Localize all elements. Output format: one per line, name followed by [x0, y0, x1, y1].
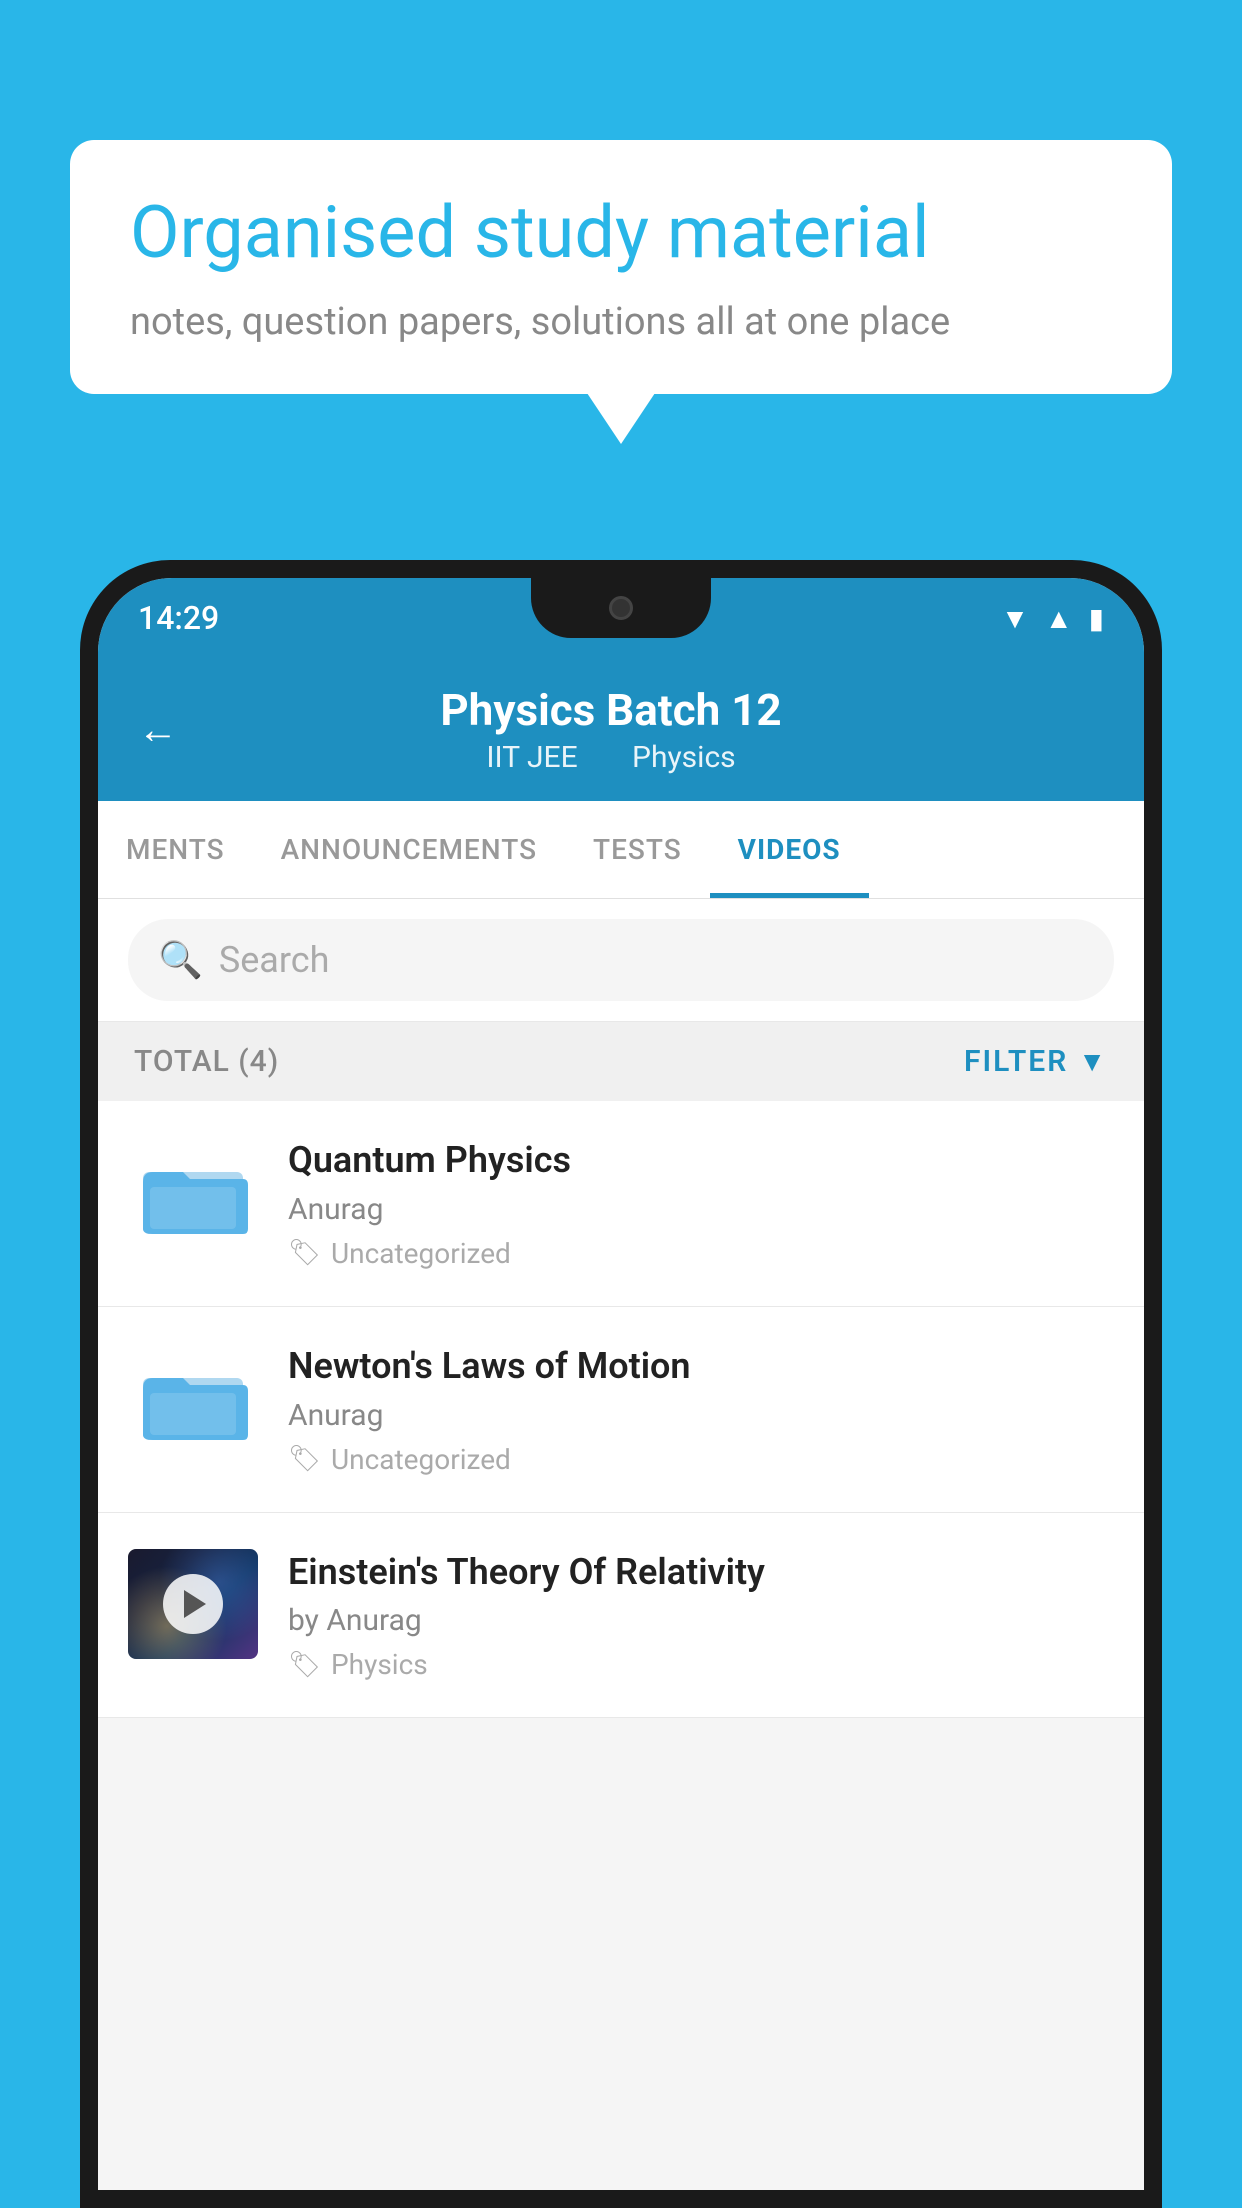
video-author: Anurag — [288, 1398, 1114, 1433]
play-button[interactable] — [163, 1574, 223, 1634]
video-thumb-einstein — [128, 1549, 258, 1659]
tag-icon: 🏷 — [288, 1444, 321, 1474]
tag-label: Physics — [331, 1648, 428, 1681]
video-info-einstein: Einstein's Theory Of Relativity by Anura… — [288, 1549, 1114, 1682]
list-item[interactable]: Einstein's Theory Of Relativity by Anura… — [98, 1513, 1144, 1719]
phone-frame: 14:29 ▼ ▲ ▮ ← Physics Batch 12 IIT JEE P… — [80, 560, 1162, 2208]
list-item[interactable]: Newton's Laws of Motion Anurag 🏷 Uncateg… — [98, 1307, 1144, 1513]
tab-tests[interactable]: TESTS — [565, 801, 710, 898]
folder-icon — [138, 1147, 248, 1237]
signal-icon: ▲ — [1045, 602, 1073, 635]
search-section: 🔍 Search — [98, 899, 1144, 1022]
filter-bar: TOTAL (4) FILTER ▼ — [98, 1022, 1144, 1101]
video-title: Quantum Physics — [288, 1137, 1114, 1184]
header-title-section: Physics Batch 12 IIT JEE Physics — [208, 684, 1014, 775]
tab-announcements[interactable]: ANNOUNCEMENTS — [253, 801, 565, 898]
search-placeholder: Search — [219, 939, 330, 981]
play-triangle-icon — [184, 1590, 206, 1618]
search-input-wrapper[interactable]: 🔍 Search — [128, 919, 1114, 1001]
video-info-quantum: Quantum Physics Anurag 🏷 Uncategorized — [288, 1137, 1114, 1270]
header-subtitle-physics: Physics — [632, 740, 736, 775]
video-list: Quantum Physics Anurag 🏷 Uncategorized — [98, 1101, 1144, 1718]
tab-ments[interactable]: MENTS — [98, 801, 253, 898]
video-tag: 🏷 Physics — [288, 1648, 1114, 1681]
search-icon: 🔍 — [158, 939, 203, 981]
tabs-bar: MENTS ANNOUNCEMENTS TESTS VIDEOS — [98, 801, 1144, 899]
video-thumb-newton — [128, 1343, 258, 1453]
camera-dot — [609, 596, 633, 620]
phone-inner: 14:29 ▼ ▲ ▮ ← Physics Batch 12 IIT JEE P… — [98, 578, 1144, 2190]
tag-icon: 🏷 — [288, 1238, 321, 1268]
status-time: 14:29 — [138, 599, 219, 637]
header-subtitle-sep — [601, 740, 616, 775]
video-thumb-quantum — [128, 1137, 258, 1247]
video-thumbnail-image — [128, 1549, 258, 1659]
header-title: Physics Batch 12 — [208, 684, 1014, 736]
tag-label: Uncategorized — [331, 1443, 511, 1476]
header-subtitle: IIT JEE Physics — [208, 740, 1014, 775]
filter-icon: ▼ — [1078, 1045, 1108, 1078]
battery-icon: ▮ — [1089, 602, 1104, 635]
total-count: TOTAL (4) — [134, 1044, 279, 1079]
header-subtitle-iitjee: IIT JEE — [486, 740, 577, 775]
app-header: ← Physics Batch 12 IIT JEE Physics — [98, 658, 1144, 801]
tag-icon: 🏷 — [288, 1650, 321, 1680]
status-icons: ▼ ▲ ▮ — [1001, 602, 1104, 635]
status-bar: 14:29 ▼ ▲ ▮ — [98, 578, 1144, 658]
folder-icon — [138, 1353, 248, 1443]
video-info-newton: Newton's Laws of Motion Anurag 🏷 Uncateg… — [288, 1343, 1114, 1476]
tag-label: Uncategorized — [331, 1237, 511, 1270]
filter-label: FILTER — [964, 1044, 1068, 1079]
video-author: by Anurag — [288, 1603, 1114, 1638]
speech-bubble-container: Organised study material notes, question… — [70, 140, 1172, 394]
notch — [531, 578, 711, 638]
back-button[interactable]: ← — [138, 706, 178, 753]
wifi-icon: ▼ — [1001, 602, 1029, 635]
video-tag: 🏷 Uncategorized — [288, 1237, 1114, 1270]
filter-button[interactable]: FILTER ▼ — [964, 1044, 1108, 1079]
video-title: Newton's Laws of Motion — [288, 1343, 1114, 1390]
speech-bubble: Organised study material notes, question… — [70, 140, 1172, 394]
speech-bubble-title: Organised study material — [130, 190, 1112, 276]
video-author: Anurag — [288, 1192, 1114, 1227]
tab-videos[interactable]: VIDEOS — [710, 801, 869, 898]
video-tag: 🏷 Uncategorized — [288, 1443, 1114, 1476]
video-title: Einstein's Theory Of Relativity — [288, 1549, 1114, 1596]
list-item[interactable]: Quantum Physics Anurag 🏷 Uncategorized — [98, 1101, 1144, 1307]
speech-bubble-subtitle: notes, question papers, solutions all at… — [130, 300, 1112, 344]
